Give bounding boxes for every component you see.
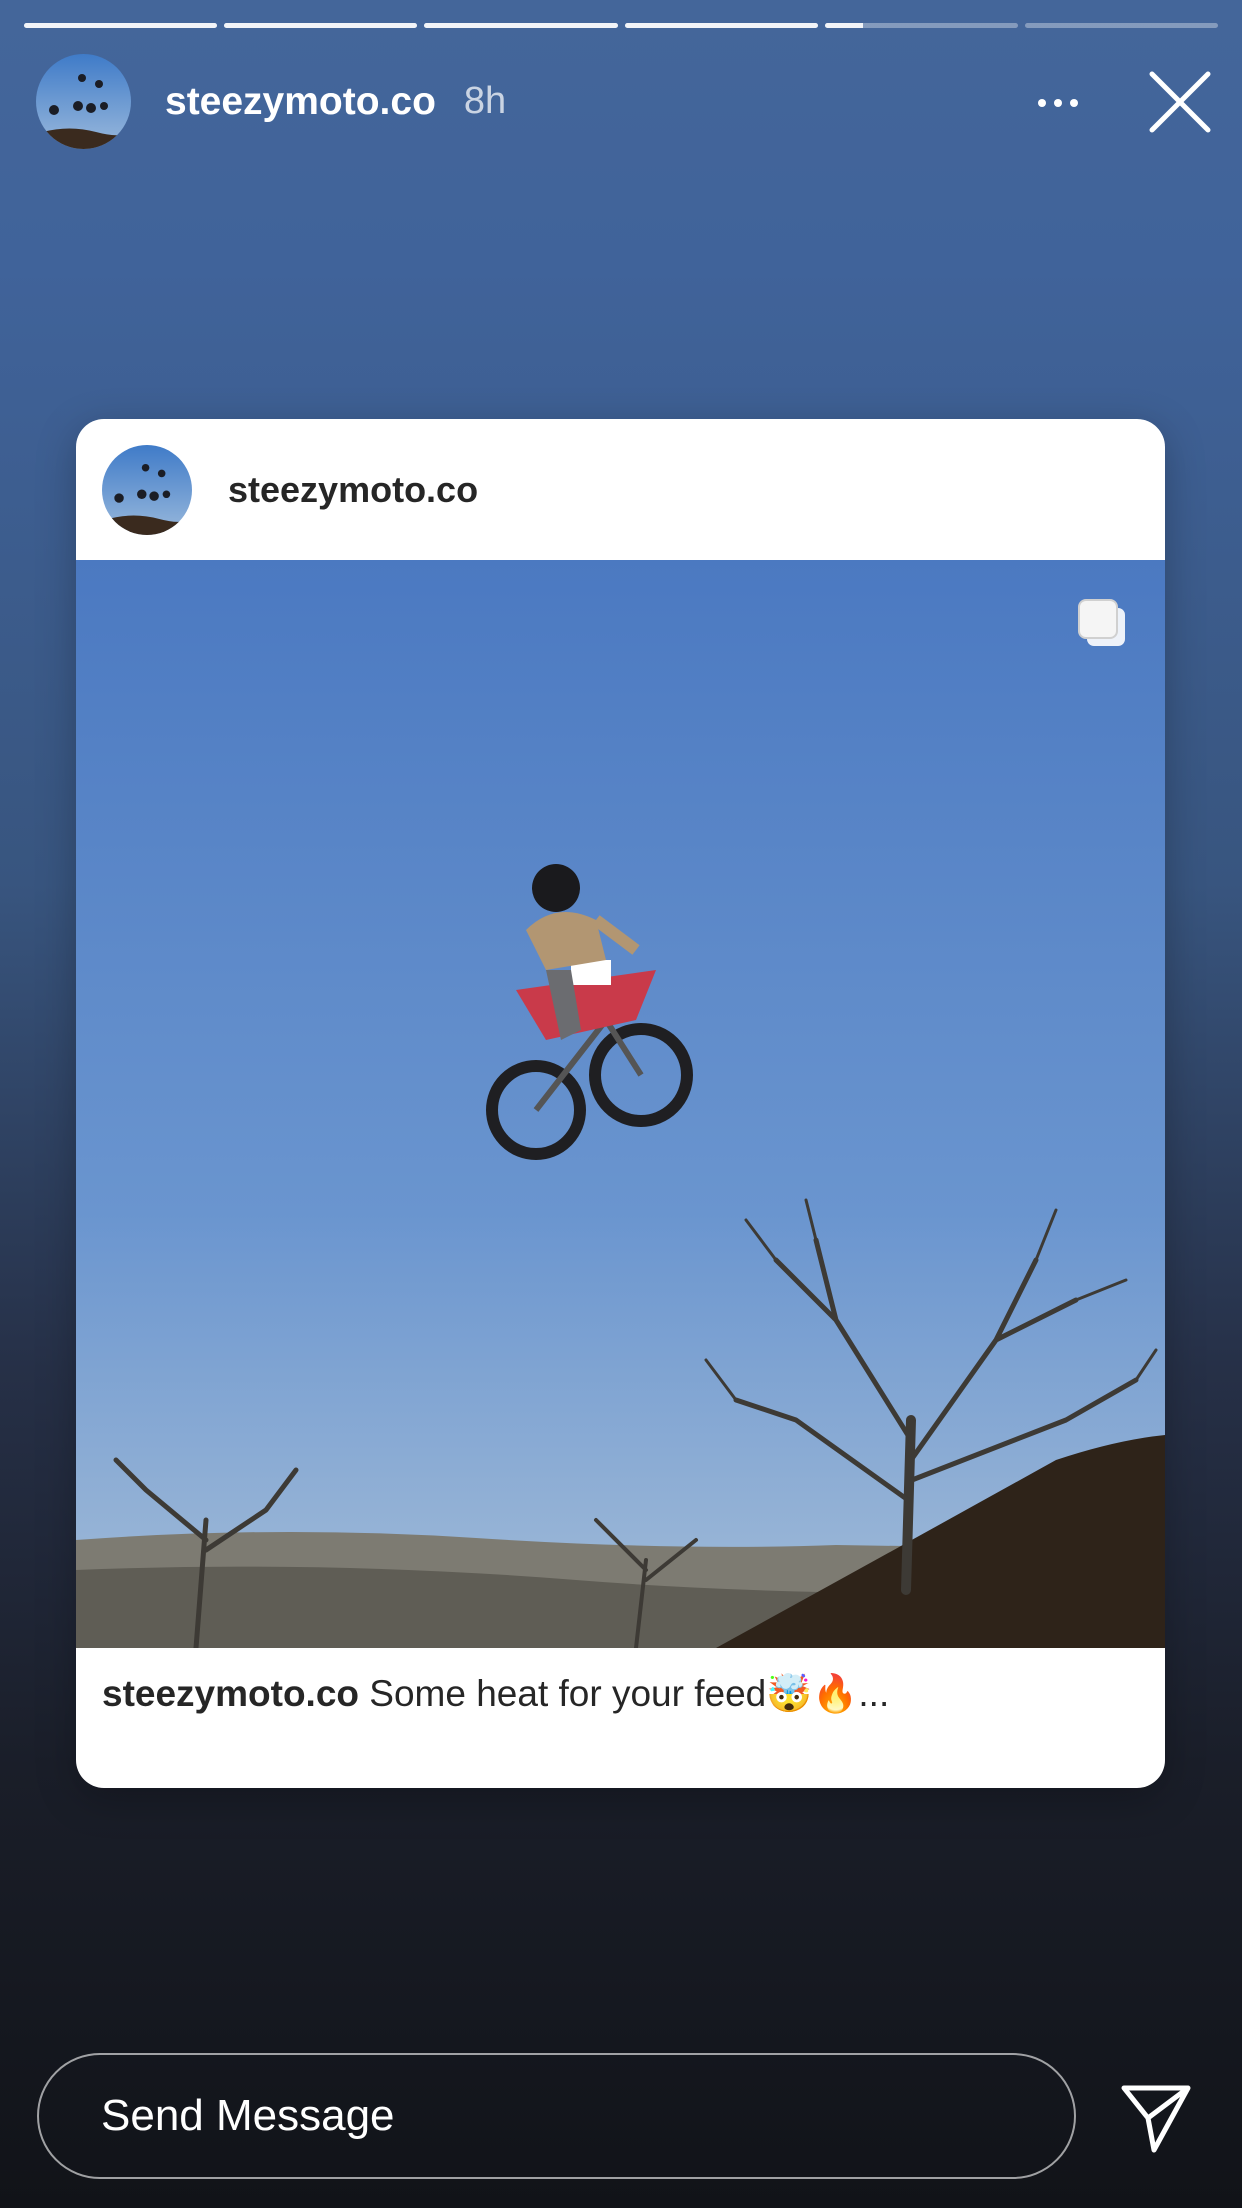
shared-post-card[interactable]: steezymoto.co steezymoto.co Some heat fo… bbox=[76, 419, 1165, 1788]
progress-segment bbox=[24, 23, 218, 28]
progress-segment bbox=[624, 23, 818, 28]
caption-text: Some heat for your feed🤯🔥... bbox=[359, 1673, 890, 1714]
story-progress-bar bbox=[24, 23, 1219, 29]
story-header: steezymoto.co 8h bbox=[36, 54, 1218, 149]
story-timestamp: 8h bbox=[463, 80, 507, 122]
story-username[interactable]: steezymoto.co bbox=[165, 80, 436, 124]
profile-avatar[interactable] bbox=[36, 54, 131, 149]
send-message-input[interactable]: Send Message bbox=[37, 2053, 1076, 2179]
post-header: steezymoto.co bbox=[76, 419, 1165, 560]
carousel-icon bbox=[1078, 599, 1125, 646]
progress-segment bbox=[224, 23, 418, 28]
post-caption: steezymoto.co Some heat for your feed🤯🔥.… bbox=[102, 1673, 889, 1716]
post-avatar bbox=[102, 444, 192, 535]
post-username: steezymoto.co bbox=[228, 468, 479, 510]
progress-segment bbox=[424, 23, 618, 28]
progress-segment bbox=[1024, 23, 1219, 28]
send-icon[interactable] bbox=[1118, 2080, 1194, 2156]
progress-segment bbox=[824, 23, 1018, 28]
caption-username: steezymoto.co bbox=[102, 1673, 360, 1714]
send-message-placeholder: Send Message bbox=[101, 2091, 395, 2140]
more-icon[interactable] bbox=[1028, 78, 1088, 128]
post-photo bbox=[76, 560, 1165, 1648]
close-icon[interactable] bbox=[1142, 64, 1218, 140]
